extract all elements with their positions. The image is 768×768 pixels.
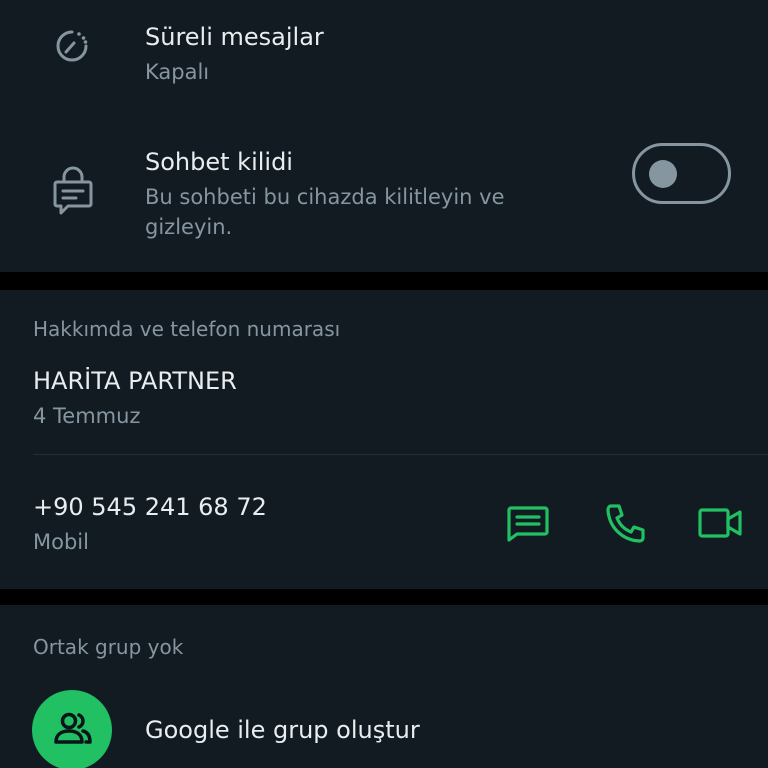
- privacy-section: Süreli mesajlar Kapalı Sohbet kilidi Bu …: [0, 0, 768, 272]
- disappearing-messages-title: Süreli mesajlar: [145, 23, 324, 51]
- about-section-label: Hakkımda ve telefon numarası: [33, 317, 341, 341]
- chat-lock-description: Bu sohbeti bu cihazda kilitleyin ve gizl…: [145, 185, 505, 239]
- groups-section: Ortak grup yok Google ile grup oluştur: [0, 605, 768, 768]
- create-group-button[interactable]: [32, 690, 112, 768]
- about-date: 4 Temmuz: [33, 404, 141, 428]
- create-group-label[interactable]: Google ile grup oluştur: [145, 715, 420, 745]
- message-icon[interactable]: [504, 499, 552, 547]
- toggle-knob: [649, 160, 677, 188]
- video-call-icon[interactable]: [696, 499, 744, 547]
- phone-number: +90 545 241 68 72: [33, 493, 267, 521]
- call-icon[interactable]: [602, 499, 650, 547]
- contact-info-screen: Süreli mesajlar Kapalı Sohbet kilidi Bu …: [0, 0, 768, 768]
- chat-lock-icon: [52, 166, 94, 222]
- timer-icon: [52, 26, 92, 70]
- groups-section-label: Ortak grup yok: [33, 635, 184, 659]
- chat-lock-toggle[interactable]: [632, 143, 731, 204]
- chat-lock-title: Sohbet kilidi: [145, 148, 293, 176]
- divider: [33, 454, 768, 455]
- disappearing-messages-value: Kapalı: [145, 60, 210, 84]
- about-text: HARİTA PARTNER: [33, 367, 237, 395]
- about-phone-section: Hakkımda ve telefon numarası HARİTA PART…: [0, 290, 768, 589]
- group-icon: [52, 710, 94, 754]
- phone-type: Mobil: [33, 530, 89, 554]
